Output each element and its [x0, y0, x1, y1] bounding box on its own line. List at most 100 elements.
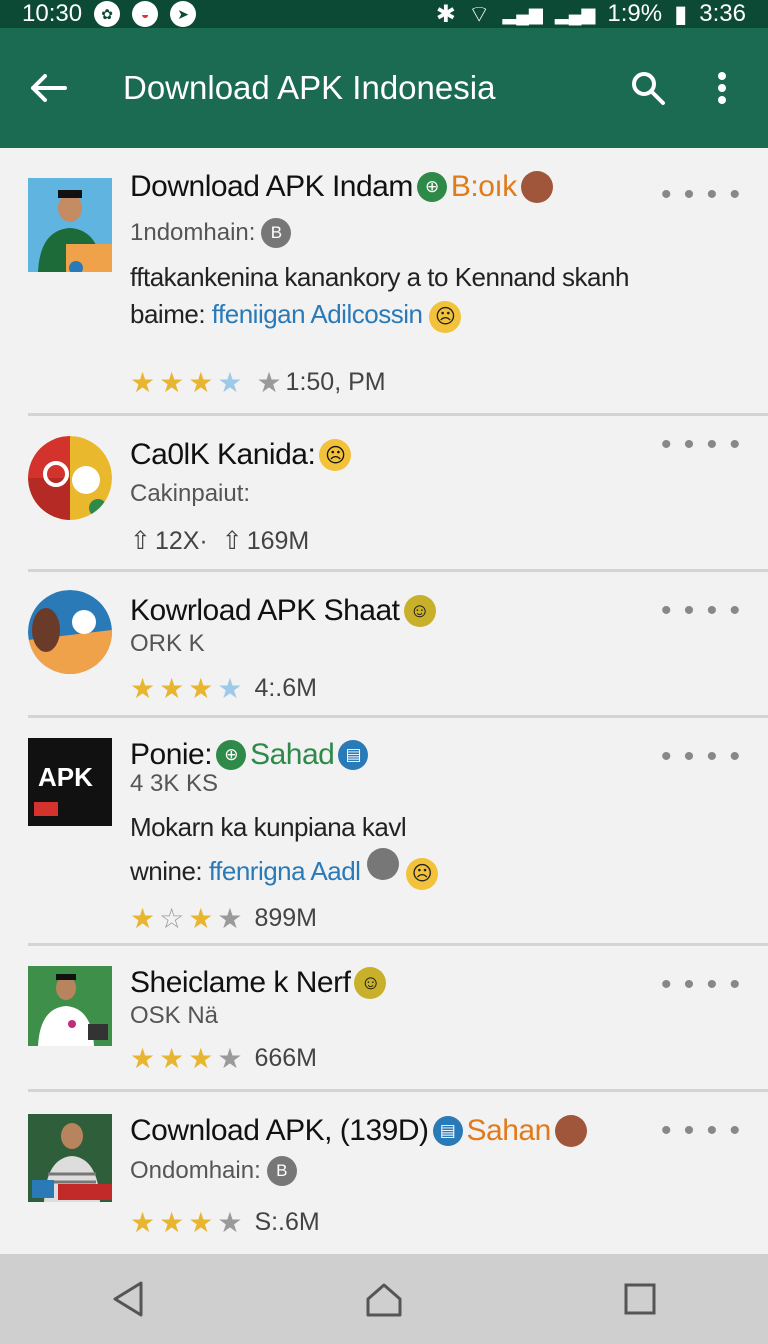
star-icon: ★ — [159, 367, 185, 398]
battery-percent: 1:9% — [607, 0, 663, 27]
star-icon: ★ — [188, 673, 214, 704]
app-thumbnail: APK — [28, 738, 112, 826]
item-description: baime: ffeniigan Adilcossin ☹ — [130, 299, 462, 333]
download-icon: ⇧ — [130, 527, 151, 555]
item-subtitle: OSK Nä — [130, 1002, 219, 1029]
star-icon: ★ — [217, 1043, 243, 1074]
star-icon: ★ — [130, 1043, 156, 1074]
item-link[interactable]: ffeniigan Adilcossin — [212, 299, 423, 329]
home-icon — [366, 1283, 402, 1317]
item-tag: Sahad — [250, 738, 335, 771]
info-icon: B — [261, 218, 292, 248]
download-icon: ⇧ — [221, 527, 243, 555]
star-icon: ☆ — [159, 903, 185, 934]
back-button[interactable] — [18, 58, 78, 118]
star-icon: ★ — [159, 1043, 185, 1074]
app-thumbnail — [28, 966, 112, 1046]
item-meta: 1:50, PM — [285, 368, 386, 396]
signal-icon: ▂▄▆ — [554, 3, 596, 24]
square-recents-icon — [624, 1283, 656, 1315]
more-options-button[interactable]: • • • • — [661, 1114, 742, 1148]
more-vert-icon — [718, 72, 726, 104]
more-options-button[interactable]: • • • • — [661, 594, 742, 628]
star-icon: ★ — [188, 1207, 214, 1238]
notification-icon: ➤ — [170, 1, 197, 27]
item-link[interactable]: ffenrigna Aadl — [209, 856, 361, 886]
star-icon: ★ — [217, 903, 243, 934]
emoji-icon: ☹ — [429, 300, 462, 333]
notification-icon: ✿ — [94, 1, 121, 27]
emoji-icon: ☹ — [319, 439, 352, 471]
search-button[interactable] — [620, 60, 676, 116]
notification-icon: ◒ — [132, 1, 159, 27]
star-icon: ★ — [130, 1207, 156, 1238]
star-icon: ★ — [217, 1207, 243, 1238]
battery-icon: ▮ — [674, 0, 688, 28]
app-thumbnail — [28, 436, 112, 520]
item-subtitle: 4 3K KS — [130, 770, 219, 797]
item-meta: 899M — [254, 904, 317, 932]
app-thumbnail — [28, 1114, 112, 1202]
item-stat: 12X· — [154, 526, 208, 555]
list-item[interactable]: Kowrload APK Shaat ☺ ORK K ★ ★ ★ ★ 4:.6M… — [0, 572, 768, 718]
more-options-button[interactable]: • • • • — [661, 968, 742, 1002]
book-icon: ▤ — [432, 1116, 463, 1146]
avatar-icon — [367, 848, 400, 880]
arrow-left-icon — [31, 74, 67, 102]
item-rating: ★ ★ ★ ★ ★ 1:50, PM — [130, 366, 386, 399]
more-options-button[interactable]: • • • • — [661, 428, 742, 462]
verified-icon: ⊕ — [416, 172, 447, 202]
emoji-icon: ☺ — [354, 967, 387, 999]
item-stat: 169M — [246, 526, 310, 555]
status-bar: 10:30 ✿ ◒ ➤ ✱ ⌔ ▂▄▆ ▂▄▆ 1:9% ▮ 3:36 — [0, 0, 768, 28]
wifi-icon: ⌔ — [467, 1, 491, 28]
more-options-button[interactable]: • • • • — [661, 178, 742, 212]
app-bar: Download APK Indonesia — [0, 28, 768, 148]
item-subtitle: 1ndomhain: B — [130, 218, 292, 248]
item-meta: S:.6M — [254, 1208, 320, 1236]
nav-home-button[interactable] — [339, 1264, 429, 1334]
item-meta: 666M — [254, 1044, 317, 1072]
list-item[interactable]: Download APK Indam ⊕ B:oık 1ndomhain: B … — [0, 148, 768, 416]
item-stats: ⇧ 12X· ⇧ 169M — [130, 526, 309, 556]
app-list: Download APK Indam ⊕ B:oık 1ndomhain: B … — [0, 148, 768, 1254]
list-item[interactable]: APK Ponie: ⊕ Sahad ▤ 4 3K KS Mokarn ka k… — [0, 718, 768, 946]
list-item[interactable]: Sheiclame k Nerf ☺ OSK Nä ★ ★ ★ ★ 666M •… — [0, 946, 768, 1092]
star-icon: ★ — [130, 367, 156, 398]
item-rating: ★ ★ ★ ★ 4:.6M — [130, 672, 317, 705]
emoji-icon: ☹ — [405, 857, 438, 890]
overflow-menu-button[interactable] — [694, 60, 750, 116]
nav-back-button[interactable] — [83, 1264, 173, 1334]
verified-icon: ⊕ — [216, 740, 247, 770]
app-thumbnail — [28, 590, 112, 674]
star-icon: ★ — [256, 367, 282, 398]
item-tag: B:oık — [450, 170, 517, 203]
star-icon: ★ — [188, 1043, 214, 1074]
bluetooth-icon: ✱ — [435, 0, 456, 28]
page-title: Download APK Indonesia — [123, 69, 496, 106]
star-icon: ★ — [130, 673, 156, 704]
info-icon: B — [266, 1156, 297, 1186]
item-subtitle: ORK K — [130, 630, 205, 657]
item-title: Ponie: ⊕ Sahad ▤ — [130, 738, 369, 772]
item-rating: ★ ☆ ★ ★ 899M — [130, 902, 317, 935]
item-title: Cownload APK, (139D) ▤ Sahan — [130, 1114, 587, 1148]
list-item[interactable]: Ca0lK Kanida: ☹ Cakinpaiut: ⇧ 12X· ⇧ 169… — [0, 416, 768, 572]
star-icon: ★ — [130, 903, 156, 934]
item-title: Kowrload APK Shaat ☺ — [130, 594, 436, 628]
item-title: Sheiclame k Nerf ☺ — [130, 966, 387, 1000]
star-icon: ★ — [217, 673, 243, 704]
list-item[interactable]: Cownload APK, (139D) ▤ Sahan Ondomhain: … — [0, 1092, 768, 1254]
triangle-back-icon — [113, 1281, 143, 1317]
star-icon: ★ — [217, 367, 243, 398]
signal-icon: ▂▄▆ — [502, 3, 543, 24]
book-icon: ▤ — [338, 740, 369, 770]
app-thumbnail — [28, 178, 112, 272]
item-meta: 4:.6M — [254, 674, 317, 702]
status-time: 10:30 — [22, 0, 83, 27]
item-description: Mokarn ka kunpiana kavl — [130, 812, 407, 842]
item-description: fftakankenina kanankory a to Kennand ska… — [130, 262, 629, 292]
nav-recents-button[interactable] — [595, 1264, 685, 1334]
item-rating: ★ ★ ★ ★ S:.6M — [130, 1206, 320, 1239]
more-options-button[interactable]: • • • • — [661, 740, 742, 774]
